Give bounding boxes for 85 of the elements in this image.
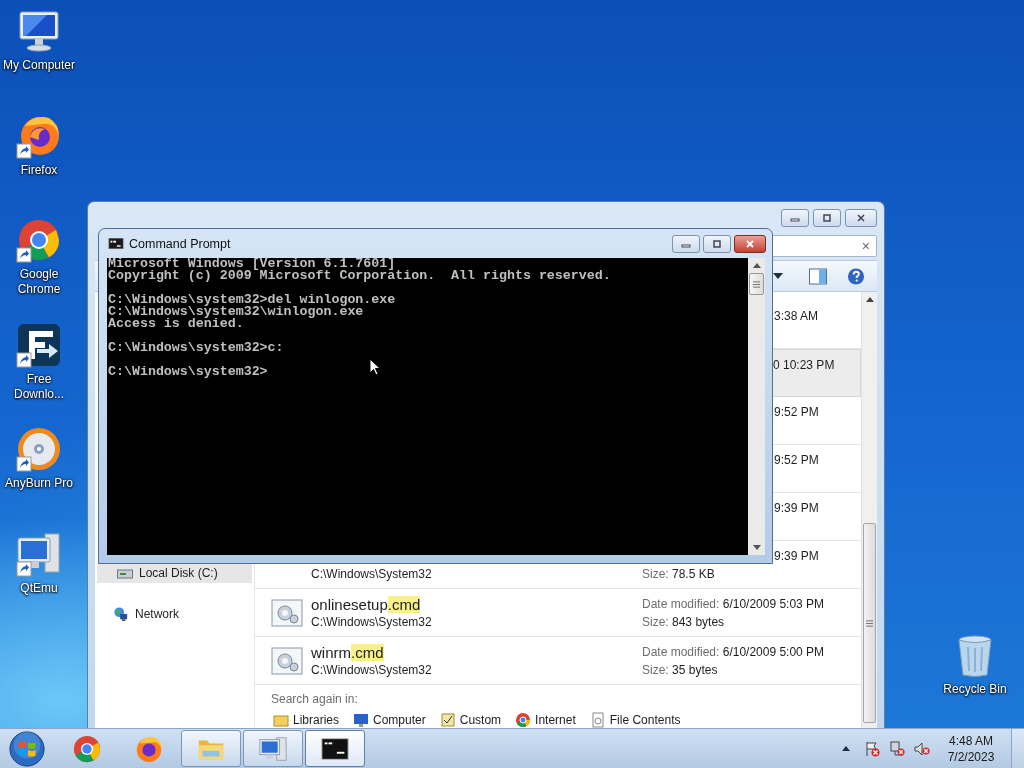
dropdown-caret-icon[interactable] — [773, 273, 783, 280]
scrollbar-thumb[interactable] — [863, 523, 876, 723]
file-size: Size: 843 bytes — [642, 615, 725, 629]
file-size: Size: 78.5 KB — [642, 567, 715, 581]
gear-file-icon — [271, 644, 303, 677]
file-path: C:\Windows\System32 — [311, 615, 432, 629]
scroll-down-icon[interactable] — [752, 545, 761, 550]
minimize-button[interactable] — [781, 209, 809, 227]
console-icon — [108, 238, 124, 249]
date-modified: 9:39 PM — [773, 501, 819, 515]
maximize-button[interactable] — [813, 209, 841, 227]
disc-icon[interactable] — [15, 425, 63, 473]
help-icon[interactable] — [847, 267, 865, 285]
file-name: winrm.cmd — [311, 643, 384, 661]
console-line: Microsoft Windows [Version 6.1.7601] — [108, 258, 396, 270]
date-modified: 0 10:23 PM — [772, 357, 835, 372]
clock[interactable]: 4:48 AM 7/2/2023 — [943, 732, 999, 765]
speaker-muted-icon[interactable] — [914, 740, 930, 757]
nav-label: Network — [135, 607, 179, 621]
clock-date: 7/2/2023 — [947, 748, 995, 765]
file-name: onlinesetup.cmd — [311, 595, 421, 613]
start-button[interactable] — [8, 729, 46, 768]
close-button[interactable] — [845, 209, 877, 227]
scrollbar[interactable] — [861, 292, 877, 728]
file-path: C:\Windows\System32 — [311, 567, 432, 581]
result-row[interactable]: onlinesetup.cmd C:\Windows\System32 Date modified: 6/10/2009 5:03 PM Size: 843 bytes — [255, 589, 861, 637]
mouse-pointer-icon — [369, 358, 381, 376]
drive-icon — [117, 566, 133, 580]
result-row[interactable]: winrm.cmd C:\Windows\System32 Date modified: 6/10/2009 5:00 PM Size: 35 bytes — [255, 637, 861, 685]
date-modified: Date modified: 6/10/2009 5:03 PM — [642, 597, 825, 611]
nav-item[interactable]: Network — [97, 604, 252, 624]
search-location-button[interactable]: Internet — [513, 712, 578, 728]
gear-file-icon — [271, 596, 303, 629]
scroll-up-icon[interactable] — [752, 263, 761, 268]
scrollbar[interactable] — [748, 258, 765, 555]
restore-icon — [821, 214, 833, 222]
search-again-label: Search again in: — [271, 692, 359, 706]
search-location-button[interactable]: Libraries — [271, 712, 342, 728]
flag-icon[interactable] — [864, 740, 880, 757]
scrollbar-thumb[interactable] — [749, 273, 764, 295]
date-modified: 9:52 PM — [773, 405, 819, 419]
network-icon[interactable] — [889, 740, 905, 757]
date-modified: 9:52 PM — [773, 453, 819, 467]
console-line: C:\Windows\system32> — [108, 366, 268, 378]
date-modified: 9:39 PM — [773, 549, 819, 563]
grip-icon — [866, 619, 873, 627]
monitor-icon — [353, 712, 370, 728]
search-location-button[interactable]: File Contents — [587, 712, 683, 728]
console-output[interactable] — [107, 258, 748, 555]
taskbar-button[interactable] — [305, 730, 365, 767]
icon-label[interactable]: Recycle Bin — [937, 682, 1013, 697]
file-size: Size: 35 bytes — [642, 663, 718, 677]
close-button[interactable] — [734, 235, 766, 253]
icon-label[interactable]: Free Downlo... — [1, 371, 77, 402]
close-icon — [744, 240, 756, 248]
preview-pane-icon[interactable] — [809, 267, 827, 285]
console-line: C:\Windows\system32>c: — [108, 342, 284, 354]
restore-icon — [711, 240, 723, 248]
date-modified: Date modified: 6/10/2009 5:00 PM — [642, 645, 825, 659]
nav-item[interactable]: Local Disk (C:) — [97, 563, 252, 583]
icon-label[interactable]: Firefox — [1, 162, 77, 178]
chrome-icon — [72, 733, 102, 764]
icon-label[interactable]: AnyBurn Pro — [1, 476, 77, 491]
scroll-up-icon[interactable] — [865, 297, 874, 302]
icon-label[interactable]: My Computer — [1, 58, 77, 73]
show-hidden-icons-icon[interactable] — [842, 746, 850, 751]
minimize-button[interactable] — [672, 235, 700, 253]
folder-icon — [273, 712, 289, 728]
nav-label: Local Disk (C:) — [139, 566, 218, 580]
search-location-button[interactable]: Computer — [351, 712, 428, 728]
console-line: Access is denied. — [108, 318, 244, 330]
close-icon — [855, 214, 867, 222]
console-line: C:\Windows\system32>del winlogon.exe — [108, 294, 396, 306]
date-modified: 3:38 AM — [773, 309, 819, 323]
clear-search-button[interactable]: × — [855, 236, 876, 255]
console-line: C:\Windows\system32\winlogon.exe — [108, 306, 364, 318]
clock-time: 4:48 AM — [949, 732, 993, 749]
network-globe-icon — [113, 607, 129, 621]
window-title: Command Prompt — [129, 236, 232, 251]
icon-label[interactable]: Google Chrome — [1, 267, 77, 297]
maximize-button[interactable] — [703, 235, 731, 253]
grip-icon — [753, 280, 760, 288]
file-path: C:\Windows\System32 — [311, 663, 432, 677]
console-line: Copyright (c) 2009 Microsoft Corporation. All rights reserved. — [108, 270, 611, 282]
search-location-button[interactable]: Custom — [437, 712, 504, 728]
